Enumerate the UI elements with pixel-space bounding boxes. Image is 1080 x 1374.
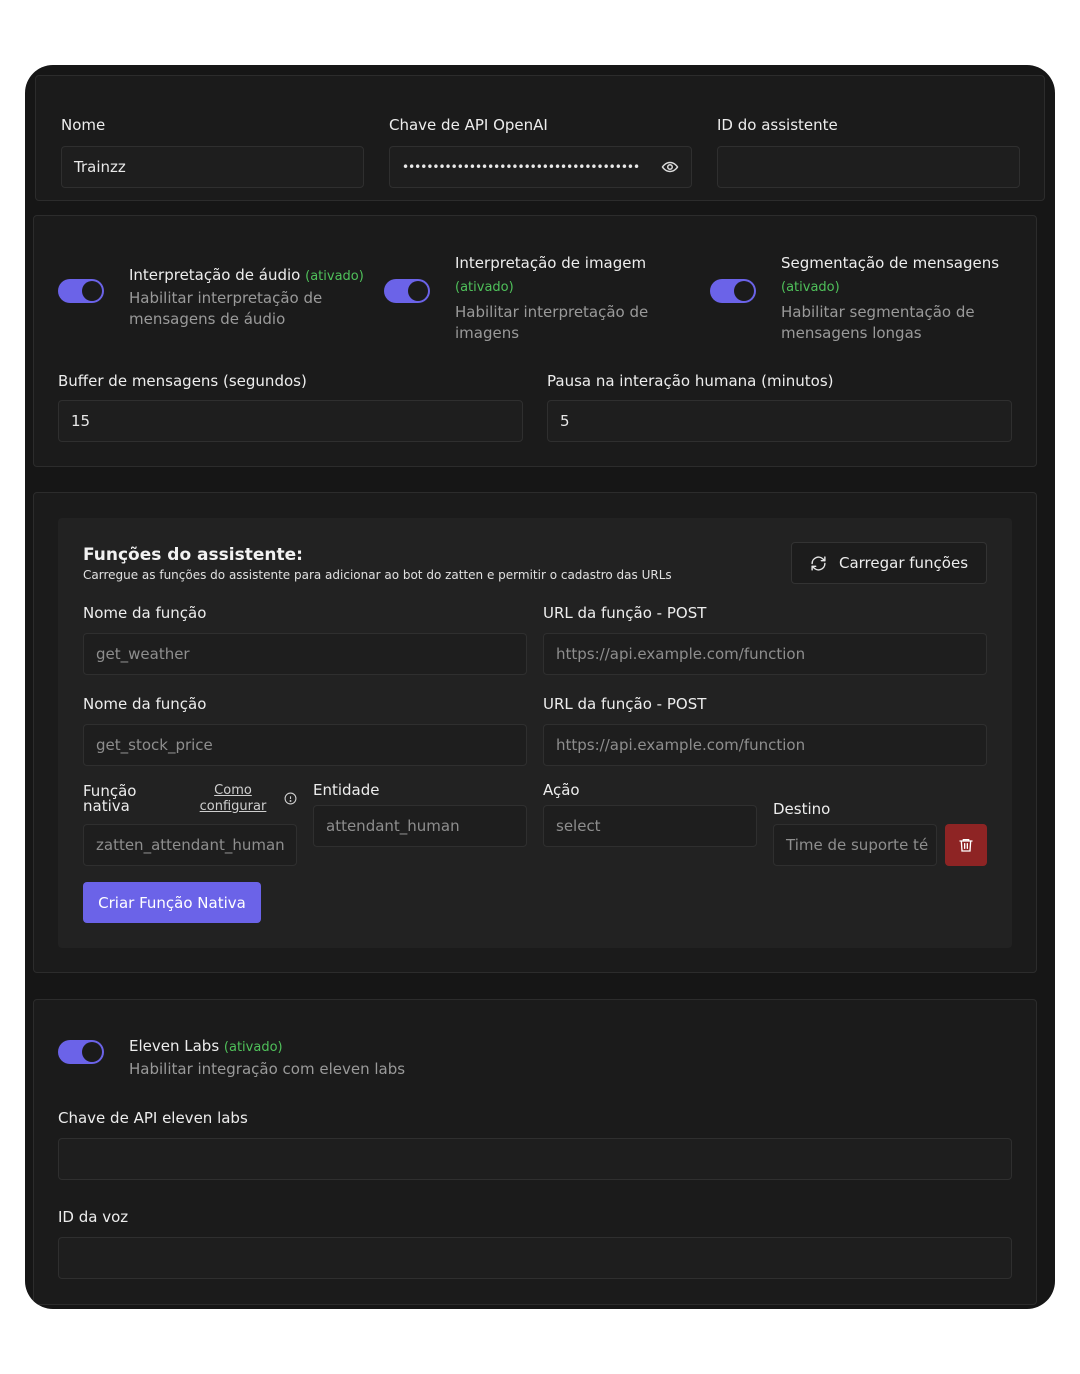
assistant-id-input[interactable]	[717, 146, 1020, 188]
function-url-input[interactable]: https://api.example.com/function	[543, 724, 987, 766]
image-title: Interpretação de imagem	[455, 254, 647, 272]
eleven-labs-title-text: Eleven Labs	[129, 1037, 220, 1055]
name-input[interactable]: Trainzz	[61, 146, 364, 188]
image-status: (ativado)	[455, 280, 514, 295]
entity-label: Entidade	[313, 781, 380, 799]
buffer-label: Buffer de mensagens (segundos)	[58, 372, 307, 390]
function-name-label: Nome da função	[83, 695, 207, 713]
pause-input[interactable]: 5	[547, 400, 1012, 442]
audio-toggle[interactable]	[58, 279, 104, 303]
functions-title: Funções do assistente:	[83, 545, 303, 565]
native-function-label: Função nativa	[83, 782, 137, 815]
eleven-labs-title: Eleven Labs (ativado)	[129, 1037, 283, 1055]
segmentation-desc: Habilitar segmentação de mensagens longa…	[781, 303, 975, 342]
info-icon[interactable]	[284, 792, 297, 805]
audio-title: Interpretação de áudio (ativado)	[129, 266, 364, 284]
functions-subtitle: Carregue as funções do assistente para a…	[83, 568, 672, 582]
how-to-configure-link[interactable]: Como configurar	[196, 783, 270, 815]
action-label: Ação	[543, 781, 580, 799]
function-name-label: Nome da função	[83, 604, 207, 622]
image-toggle[interactable]	[384, 279, 430, 303]
segmentation-title: Segmentação de mensagens	[781, 254, 1000, 272]
segmentation-toggle[interactable]	[710, 279, 756, 303]
audio-desc: Habilitar interpretação de mensagens de …	[129, 289, 323, 328]
refresh-icon	[810, 555, 827, 572]
eleven-api-key-input[interactable]	[58, 1138, 1012, 1180]
function-url-label: URL da função - POST	[543, 695, 707, 713]
openai-api-key-input[interactable]: •••••••••••••••••••••••••••••••••••••••	[389, 146, 692, 188]
trash-icon	[958, 837, 974, 853]
load-functions-button[interactable]: Carregar funções	[791, 542, 987, 584]
function-url-label: URL da função - POST	[543, 604, 707, 622]
eleven-labs-card: Eleven Labs (ativado) Habilitar integraç…	[33, 999, 1037, 1305]
target-input[interactable]: Time de suporte té	[773, 824, 937, 866]
entity-input[interactable]: attendant_human	[313, 805, 527, 847]
openai-api-key-label: Chave de API OpenAI	[389, 116, 548, 134]
image-desc: Habilitar interpretação de imagens	[455, 303, 649, 342]
toggle-knob	[82, 281, 102, 301]
segmentation-status: (ativado)	[781, 280, 840, 295]
native-function-input[interactable]: zatten_attendant_human	[83, 824, 297, 866]
audio-title-text: Interpretação de áudio	[129, 266, 301, 284]
function-name-input[interactable]: get_stock_price	[83, 724, 527, 766]
options-card: Interpretação de áudio (ativado) Habilit…	[33, 215, 1037, 467]
toggle-knob	[734, 281, 754, 301]
buffer-input[interactable]: 15	[58, 400, 523, 442]
toggle-knob	[82, 1042, 102, 1062]
pause-label: Pausa na interação humana (minutos)	[547, 372, 834, 390]
eleven-api-key-label: Chave de API eleven labs	[58, 1109, 248, 1127]
function-name-input[interactable]: get_weather	[83, 633, 527, 675]
assistant-id-label: ID do assistente	[717, 116, 838, 134]
functions-panel: Funções do assistente: Carregue as funçõ…	[58, 518, 1012, 948]
create-native-function-button[interactable]: Criar Função Nativa	[83, 882, 261, 923]
audio-status: (ativado)	[305, 269, 364, 284]
delete-function-button[interactable]	[945, 824, 987, 866]
settings-panel: Nome Trainzz Chave de API OpenAI •••••••…	[25, 65, 1055, 1309]
account-card: Nome Trainzz Chave de API OpenAI •••••••…	[35, 75, 1045, 201]
openai-api-key-value: •••••••••••••••••••••••••••••••••••••••	[402, 160, 640, 174]
target-label: Destino	[773, 800, 831, 818]
eleven-labs-status: (ativado)	[223, 1040, 283, 1055]
eye-icon[interactable]	[661, 158, 679, 176]
toggle-knob	[408, 281, 428, 301]
function-url-input[interactable]: https://api.example.com/function	[543, 633, 987, 675]
name-label: Nome	[61, 116, 106, 134]
eleven-labs-toggle[interactable]	[58, 1040, 104, 1064]
functions-card: Funções do assistente: Carregue as funçõ…	[33, 492, 1037, 973]
voice-id-input[interactable]	[58, 1237, 1012, 1279]
voice-id-label: ID da voz	[58, 1208, 129, 1226]
action-select[interactable]: select	[543, 805, 757, 847]
load-functions-label: Carregar funções	[838, 554, 969, 572]
eleven-labs-desc: Habilitar integração com eleven labs	[129, 1060, 406, 1078]
